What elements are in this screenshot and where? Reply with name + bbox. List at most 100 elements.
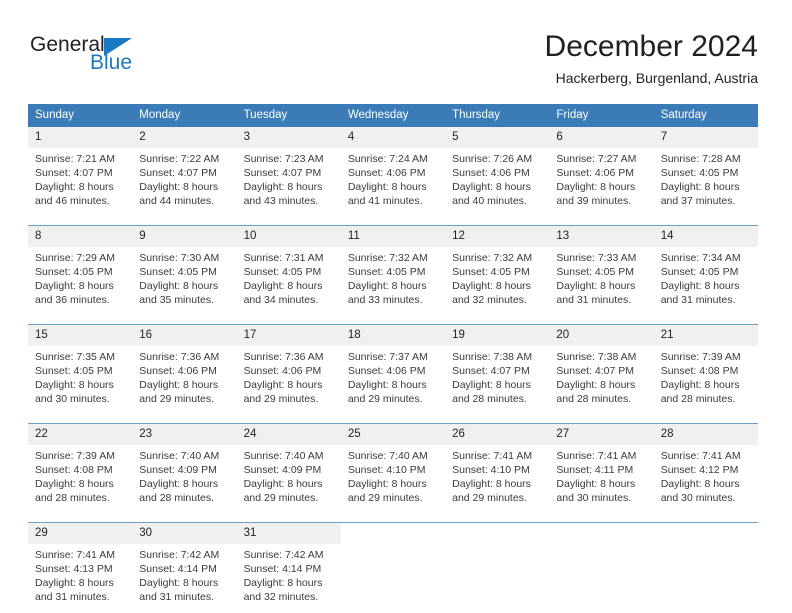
daylight-text-line2: and 29 minutes. bbox=[347, 393, 423, 405]
calendar-weeks: 1 Sunrise: 7:21 AM Sunset: 4:07 PM Daylight… bbox=[28, 127, 758, 613]
daylight-text-line1: Daylight: 8 hours bbox=[35, 577, 114, 589]
day-number bbox=[445, 523, 550, 544]
calendar-week-row: 15 Sunrise: 7:35 AM Sunset: 4:05 PM Dayligh… bbox=[28, 324, 758, 415]
page-title: December 2024 bbox=[544, 30, 758, 63]
daylight-text-line2: and 31 minutes. bbox=[139, 591, 214, 603]
sunset-text: Sunset: 4:05 PM bbox=[35, 365, 113, 377]
sunrise-text: Sunrise: 7:41 AM bbox=[660, 450, 741, 462]
calendar-day-cell[interactable]: 23 Sunrise: 7:40 AM Sunset: 4:09 PM Dayligh… bbox=[132, 424, 237, 514]
sunrise-text: Sunrise: 7:22 AM bbox=[139, 153, 220, 165]
general-blue-logo[interactable]: General Blue bbox=[28, 34, 178, 90]
day-number: 22 bbox=[28, 424, 133, 445]
daylight-text-line2: and 41 minutes. bbox=[347, 195, 423, 207]
day-info: Sunrise: 7:42 AM Sunset: 4:14 PM Daylight:… bbox=[237, 544, 341, 613]
day-number: 20 bbox=[549, 325, 654, 346]
calendar-day-cell[interactable]: 18 Sunrise: 7:37 AM Sunset: 4:06 PM Dayligh… bbox=[340, 325, 446, 415]
day-number: 29 bbox=[28, 523, 133, 544]
daylight-text-line2: and 40 minutes. bbox=[452, 195, 527, 207]
daylight-text-line1: Daylight: 8 hours bbox=[347, 478, 427, 490]
calendar-day-cell[interactable]: 4 Sunrise: 7:24 AM Sunset: 4:06 PM Daylight… bbox=[340, 127, 446, 217]
day-info: Sunrise: 7:40 AM Sunset: 4:09 PM Daylight:… bbox=[132, 445, 236, 514]
calendar-day-cell[interactable]: 5 Sunrise: 7:26 AM Sunset: 4:06 PM Daylight… bbox=[445, 127, 550, 217]
calendar-day-cell[interactable]: 28 Sunrise: 7:41 AM Sunset: 4:12 PM Dayligh… bbox=[653, 424, 758, 514]
calendar-day-cell[interactable]: 11 Sunrise: 7:32 AM Sunset: 4:05 PM Dayligh… bbox=[340, 226, 446, 316]
calendar-day-cell[interactable]: 31 Sunrise: 7:42 AM Sunset: 4:14 PM Dayligh… bbox=[236, 523, 341, 613]
day-info: Sunrise: 7:30 AM Sunset: 4:05 PM Daylight:… bbox=[132, 247, 236, 316]
day-info: Sunrise: 7:40 AM Sunset: 4:09 PM Daylight:… bbox=[237, 445, 341, 514]
sunset-text: Sunset: 4:07 PM bbox=[556, 365, 635, 377]
daylight-text-line1: Daylight: 8 hours bbox=[35, 379, 114, 391]
calendar-week-row: 29 Sunrise: 7:41 AM Sunset: 4:13 PM Dayligh… bbox=[28, 522, 758, 613]
daylight-text-line2: and 46 minutes. bbox=[35, 195, 110, 207]
day-number: 26 bbox=[445, 424, 550, 445]
sunrise-text: Sunrise: 7:40 AM bbox=[139, 450, 220, 462]
day-number: 21 bbox=[653, 325, 758, 346]
calendar-day-cell[interactable]: 13 Sunrise: 7:33 AM Sunset: 4:05 PM Dayligh… bbox=[549, 226, 654, 316]
sunset-text: Sunset: 4:09 PM bbox=[243, 464, 322, 476]
week-spacer bbox=[28, 217, 758, 225]
weekday-header-friday: Friday bbox=[556, 109, 589, 121]
day-info: Sunrise: 7:40 AM Sunset: 4:10 PM Daylight:… bbox=[341, 445, 445, 514]
day-info: Sunrise: 7:34 AM Sunset: 4:05 PM Daylight:… bbox=[654, 247, 758, 316]
day-number: 7 bbox=[653, 127, 758, 148]
calendar-day-cell[interactable]: 22 Sunrise: 7:39 AM Sunset: 4:08 PM Dayligh… bbox=[28, 424, 133, 514]
calendar-day-cell[interactable]: 30 Sunrise: 7:42 AM Sunset: 4:14 PM Dayligh… bbox=[132, 523, 237, 613]
sunrise-text: Sunrise: 7:28 AM bbox=[660, 153, 741, 165]
calendar-empty-cell bbox=[340, 523, 446, 613]
daylight-text-line1: Daylight: 8 hours bbox=[660, 181, 740, 193]
daylight-text-line1: Daylight: 8 hours bbox=[347, 280, 427, 292]
day-number: 9 bbox=[132, 226, 237, 247]
calendar-day-cell[interactable]: 20 Sunrise: 7:38 AM Sunset: 4:07 PM Dayligh… bbox=[549, 325, 654, 415]
week-spacer bbox=[28, 415, 758, 423]
sunset-text: Sunset: 4:05 PM bbox=[243, 266, 322, 278]
calendar-day-cell[interactable]: 25 Sunrise: 7:40 AM Sunset: 4:10 PM Dayligh… bbox=[340, 424, 446, 514]
calendar-day-cell[interactable]: 16 Sunrise: 7:36 AM Sunset: 4:06 PM Dayligh… bbox=[132, 325, 237, 415]
day-number: 16 bbox=[132, 325, 237, 346]
calendar-day-cell[interactable]: 27 Sunrise: 7:41 AM Sunset: 4:11 PM Dayligh… bbox=[549, 424, 654, 514]
sunset-text: Sunset: 4:05 PM bbox=[35, 266, 113, 278]
calendar-day-cell[interactable]: 1 Sunrise: 7:21 AM Sunset: 4:07 PM Daylight… bbox=[28, 127, 133, 217]
calendar-day-cell[interactable]: 19 Sunrise: 7:38 AM Sunset: 4:07 PM Dayligh… bbox=[445, 325, 550, 415]
daylight-text-line1: Daylight: 8 hours bbox=[243, 379, 323, 391]
calendar-day-cell[interactable]: 15 Sunrise: 7:35 AM Sunset: 4:05 PM Dayligh… bbox=[28, 325, 133, 415]
day-number: 1 bbox=[28, 127, 133, 148]
weekday-header-tuesday: Tuesday bbox=[243, 109, 288, 121]
calendar-day-cell[interactable]: 21 Sunrise: 7:39 AM Sunset: 4:08 PM Dayligh… bbox=[653, 325, 758, 415]
calendar-day-cell[interactable]: 14 Sunrise: 7:34 AM Sunset: 4:05 PM Dayligh… bbox=[653, 226, 758, 316]
daylight-text-line1: Daylight: 8 hours bbox=[452, 478, 531, 490]
daylight-text-line1: Daylight: 8 hours bbox=[556, 379, 636, 391]
sunrise-text: Sunrise: 7:39 AM bbox=[35, 450, 115, 462]
calendar-day-cell[interactable]: 26 Sunrise: 7:41 AM Sunset: 4:10 PM Dayligh… bbox=[445, 424, 550, 514]
calendar-day-cell[interactable]: 9 Sunrise: 7:30 AM Sunset: 4:05 PM Daylight… bbox=[132, 226, 237, 316]
page-subtitle: Hackerberg, Burgenland, Austria bbox=[555, 70, 758, 86]
calendar-day-cell[interactable]: 6 Sunrise: 7:27 AM Sunset: 4:06 PM Daylight… bbox=[549, 127, 654, 217]
daylight-text-line2: and 32 minutes. bbox=[243, 591, 319, 603]
daylight-text-line2: and 28 minutes. bbox=[452, 393, 527, 405]
calendar-day-cell[interactable]: 10 Sunrise: 7:31 AM Sunset: 4:05 PM Dayligh… bbox=[236, 226, 341, 316]
sunset-text: Sunset: 4:05 PM bbox=[139, 266, 217, 278]
calendar-day-cell[interactable]: 2 Sunrise: 7:22 AM Sunset: 4:07 PM Daylight… bbox=[132, 127, 237, 217]
calendar-day-cell[interactable]: 3 Sunrise: 7:23 AM Sunset: 4:07 PM Daylight… bbox=[236, 127, 341, 217]
sunset-text: Sunset: 4:07 PM bbox=[139, 167, 217, 179]
calendar-day-cell[interactable]: 8 Sunrise: 7:29 AM Sunset: 4:05 PM Daylight… bbox=[28, 226, 133, 316]
sunrise-text: Sunrise: 7:37 AM bbox=[347, 351, 428, 363]
calendar-day-cell[interactable]: 29 Sunrise: 7:41 AM Sunset: 4:13 PM Dayligh… bbox=[28, 523, 133, 613]
calendar-day-cell[interactable]: 24 Sunrise: 7:40 AM Sunset: 4:09 PM Dayligh… bbox=[236, 424, 341, 514]
day-info: Sunrise: 7:39 AM Sunset: 4:08 PM Daylight:… bbox=[28, 445, 132, 514]
day-info: Sunrise: 7:21 AM Sunset: 4:07 PM Daylight:… bbox=[28, 148, 132, 217]
sunrise-text: Sunrise: 7:42 AM bbox=[243, 549, 324, 561]
calendar-day-cell[interactable]: 7 Sunrise: 7:28 AM Sunset: 4:05 PM Daylight… bbox=[653, 127, 758, 217]
day-number: 27 bbox=[549, 424, 654, 445]
day-info: Sunrise: 7:37 AM Sunset: 4:06 PM Daylight:… bbox=[341, 346, 445, 415]
sunset-text: Sunset: 4:08 PM bbox=[660, 365, 739, 377]
day-info: Sunrise: 7:28 AM Sunset: 4:05 PM Daylight:… bbox=[654, 148, 758, 217]
calendar-week-row: 8 Sunrise: 7:29 AM Sunset: 4:05 PM Daylight… bbox=[28, 225, 758, 316]
day-number: 4 bbox=[340, 127, 446, 148]
daylight-text-line2: and 28 minutes. bbox=[139, 492, 214, 504]
calendar-day-cell[interactable]: 17 Sunrise: 7:36 AM Sunset: 4:06 PM Dayligh… bbox=[236, 325, 341, 415]
calendar-day-cell[interactable]: 12 Sunrise: 7:32 AM Sunset: 4:05 PM Dayligh… bbox=[445, 226, 550, 316]
daylight-text-line2: and 44 minutes. bbox=[139, 195, 214, 207]
sunset-text: Sunset: 4:07 PM bbox=[452, 365, 530, 377]
day-number: 28 bbox=[653, 424, 758, 445]
sunrise-text: Sunrise: 7:27 AM bbox=[556, 153, 637, 165]
